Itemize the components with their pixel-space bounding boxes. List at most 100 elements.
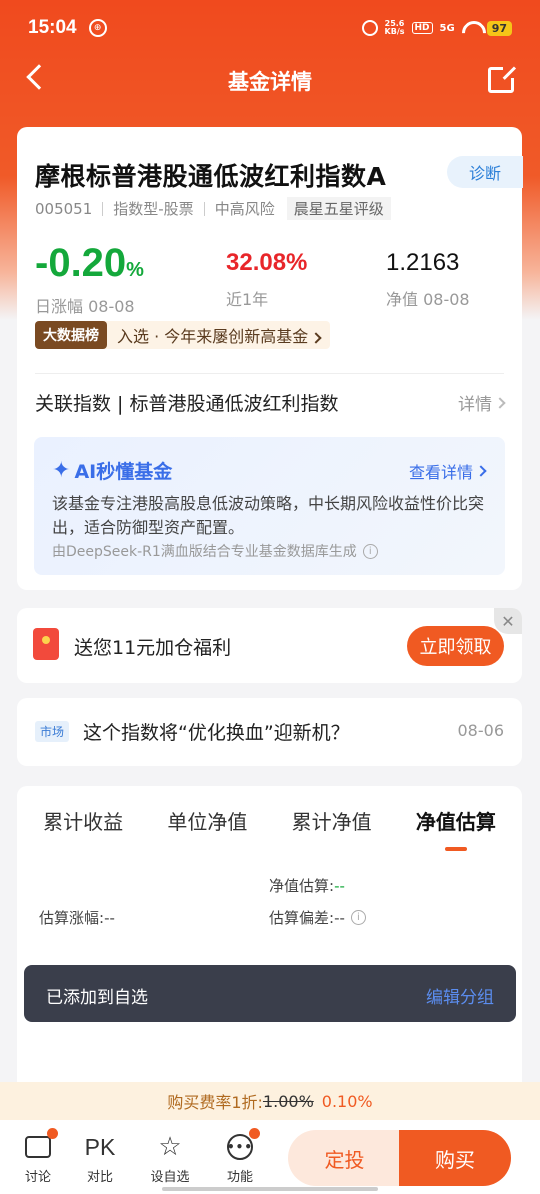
edit-group-link[interactable]: 编辑分组 (426, 983, 494, 1008)
pk-icon-wrap: PK (76, 1132, 124, 1162)
toast-added-to-watchlist: 已添加到自选 编辑分组 (24, 965, 516, 1022)
signal-icon: 5G (439, 22, 455, 34)
daily-change-stat: -0.20% 日涨幅 08-08 (35, 242, 144, 317)
fund-risk: 中高风险 (214, 200, 275, 218)
estimate-change-label: 估算涨幅: (39, 909, 105, 927)
bigdata-text: 入选 · 今年来屡创新高基金 (107, 323, 330, 347)
tab-nav-estimate[interactable]: 净值估算 (415, 806, 496, 851)
market-badge: 市场 (35, 721, 70, 742)
promo-text: 送您11元加仓福利 (74, 637, 232, 659)
ai-source-text: 由DeepSeek-R1满血版结合专业基金数据库生成 (52, 544, 357, 560)
chevron-right-icon (494, 396, 506, 409)
chevron-right-icon (475, 465, 487, 477)
related-index-detail[interactable]: 详情 (458, 390, 506, 415)
notification-dot (249, 1128, 260, 1139)
bigdata-badge: 大数据榜 (35, 321, 107, 349)
nav-stat: 1.2163 净值 08-08 (386, 242, 470, 310)
notification-dot (47, 1128, 58, 1139)
nav-estimate: 净值估算:-- (269, 875, 345, 896)
chat-icon (25, 1136, 51, 1158)
nav-bar: 基金详情 (0, 56, 540, 106)
fee-label: 购买费率1折: (167, 1093, 263, 1112)
ai-link-label: 查看详情 (408, 463, 473, 482)
nav-label: 净值 08-08 (386, 290, 470, 309)
ai-title: ✦ AI秒懂基金 (52, 457, 172, 484)
claim-button[interactable]: 立即领取 (407, 626, 504, 666)
chevron-right-icon (310, 332, 322, 344)
fund-rating: 晨星五星评级 (286, 197, 391, 220)
battery-icon: 97 (486, 20, 512, 36)
divider (102, 201, 104, 216)
active-tab-indicator (444, 847, 467, 851)
info-icon[interactable]: i (362, 543, 378, 559)
close-icon[interactable]: ✕ (494, 608, 522, 634)
status-icons: 25.6 KB/s HD 5G 97 (361, 20, 512, 36)
wifi-icon (462, 21, 480, 35)
status-bar: 15:04 ⊕ 25.6 KB/s HD 5G 97 (0, 0, 540, 56)
toast-text: 已添加到自选 (46, 988, 148, 1008)
estimate-deviation-value: -- (334, 908, 345, 927)
estimate-deviation-label: 估算偏差: (269, 909, 335, 927)
chart-tabs-card: 累计收益 单位净值 累计净值 净值估算 净值估算:-- 估算涨幅:-- 估算偏差… (17, 786, 522, 1096)
fee-old: 1.00% (262, 1091, 314, 1111)
page-title: 基金详情 (228, 70, 312, 94)
discuss-button[interactable]: 讨论 (14, 1128, 62, 1185)
bottom-action-bar: 讨论 PK 对比 ☆ 设自选 ••• 功能 定投 购买 (0, 1120, 540, 1194)
star-icon-wrap: ☆ (146, 1132, 194, 1162)
nav-value: 1.2163 (386, 249, 460, 276)
estimate-change: 估算涨幅:-- (39, 907, 115, 928)
ai-view-detail-link[interactable]: 查看详情 (408, 459, 487, 483)
tab-cumulative-nav[interactable]: 累计净值 (292, 806, 372, 835)
compare-button[interactable]: PK 对比 (76, 1132, 124, 1186)
speed-unit: KB/s (384, 27, 405, 36)
fund-tags: 005051 指数型-股票 中高风险 晨星五星评级 (35, 197, 391, 220)
red-packet-icon (33, 628, 59, 660)
related-index-row[interactable]: 关联指数 | 标普港股通低波红利指数 详情 (35, 389, 506, 416)
hd-icon: HD (411, 22, 433, 34)
nav-estimate-value: -- (334, 877, 345, 895)
tab-unit-nav[interactable]: 单位净值 (167, 806, 247, 835)
sip-button[interactable]: 定投 (288, 1130, 401, 1186)
diagnose-button[interactable]: 诊断 (447, 156, 523, 188)
daily-change-label: 日涨幅 08-08 (35, 297, 135, 316)
functions-button[interactable]: ••• 功能 (216, 1128, 264, 1185)
news-date: 08-06 (457, 721, 505, 740)
fund-type: 指数型-股票 (113, 200, 194, 218)
related-index-label: 关联指数 | 标普港股通低波红利指数 (35, 393, 339, 415)
tab-bar: 累计收益 单位净值 累计净值 净值估算 (17, 806, 522, 851)
one-year-stat: 32.08% 近1年 (226, 242, 307, 310)
network-speed: 25.6 KB/s (385, 20, 405, 36)
news-card[interactable]: 市场 这个指数将“优化换血”迎新机？ 08-06 (17, 698, 522, 766)
watchlist-label: 设自选 (150, 1170, 190, 1185)
fund-summary-card: 摩根标普港股通低波红利指数A 诊断 005051 指数型-股票 中高风险 晨星五… (17, 127, 523, 590)
functions-label: 功能 (226, 1170, 253, 1185)
share-icon[interactable] (488, 64, 517, 93)
star-icon: ☆ (158, 1132, 182, 1162)
info-icon[interactable]: i (350, 910, 366, 925)
bigdata-text-label: 入选 · 今年来屡创新高基金 (117, 327, 309, 346)
tab-label: 净值估算 (415, 810, 496, 834)
estimate-change-value: -- (104, 909, 115, 927)
fee-bar: 购买费率1折: 1.00% 0.10% (0, 1082, 540, 1120)
add-watchlist-button[interactable]: ☆ 设自选 (146, 1132, 194, 1185)
bigdata-ranking-banner[interactable]: 大数据榜 入选 · 今年来屡创新高基金 (35, 321, 331, 349)
percent-sign: % (126, 259, 144, 281)
tab-cumulative-return[interactable]: 累计收益 (43, 806, 123, 835)
discuss-label: 讨论 (24, 1170, 51, 1185)
one-year-label: 近1年 (226, 290, 269, 309)
ai-summary-box: ✦ AI秒懂基金 查看详情 该基金专注港股高股息低波动策略，中长期风险收益性价比突… (34, 437, 505, 575)
pk-icon: PK (84, 1133, 116, 1160)
chat-icon-wrap (14, 1128, 62, 1162)
notification-icon: ⊕ (88, 19, 107, 37)
ai-source: 由DeepSeek-R1满血版结合专业基金数据库生成 i (52, 541, 378, 561)
more-icon: ••• (227, 1134, 253, 1160)
home-indicator[interactable] (162, 1187, 378, 1191)
status-time: 15:04 (28, 17, 77, 38)
buy-button[interactable]: 购买 (399, 1130, 511, 1186)
fund-code: 005051 (35, 199, 93, 218)
daily-change-value: -0.20% (35, 242, 144, 291)
estimate-deviation: 估算偏差: -- i (269, 907, 366, 928)
promo-card: 送您11元加仓福利 立即领取 ✕ (17, 608, 522, 683)
fee-new: 0.10% (321, 1091, 373, 1111)
one-year-value: 32.08% (226, 249, 308, 276)
